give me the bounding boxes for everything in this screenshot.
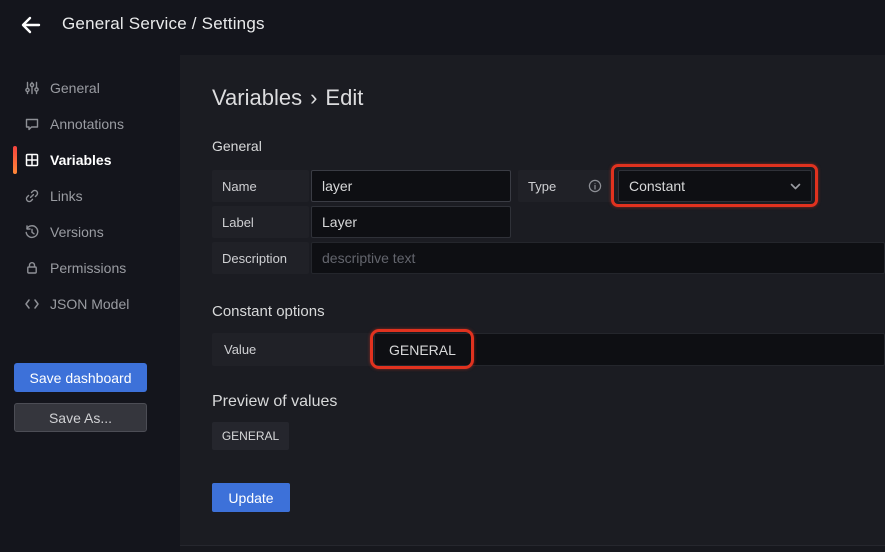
sliders-icon (24, 80, 40, 96)
variables-edit-panel: Variables › Edit General Name Type Constan… (180, 55, 885, 552)
sidebar-item-variables[interactable]: Variables (0, 142, 180, 178)
preview-value-chip: GENERAL (212, 422, 289, 450)
sidebar-item-permissions[interactable]: Permissions (0, 250, 180, 286)
label-field-label: Label (212, 206, 309, 238)
sidebar-item-annotations[interactable]: Annotations (0, 106, 180, 142)
arrow-left-icon (19, 13, 43, 37)
value-input[interactable] (374, 333, 885, 366)
type-select-value: Constant (629, 178, 685, 194)
comment-icon (24, 116, 40, 132)
description-input[interactable] (311, 242, 885, 274)
label-input[interactable] (311, 206, 511, 238)
constant-options-heading: Constant options (212, 303, 325, 320)
breadcrumb-page: Edit (325, 85, 363, 110)
save-as-button[interactable]: Save As... (14, 403, 147, 432)
value-field-label: Value (212, 333, 372, 366)
sidebar-item-label: Permissions (50, 260, 126, 276)
bottom-strip (180, 546, 885, 552)
link-icon (24, 188, 40, 204)
sidebar-item-label: Versions (50, 224, 104, 240)
sidebar-item-label: Variables (50, 152, 112, 168)
type-field-label: Type (518, 170, 612, 202)
settings-sidebar: General Annotations Variables (0, 55, 180, 552)
sidebar-item-label: JSON Model (50, 296, 129, 312)
back-button[interactable] (16, 11, 46, 39)
settings-nav: General Annotations Variables (0, 70, 180, 322)
type-field-label-text: Type (528, 179, 556, 194)
breadcrumb: Variables › Edit (212, 85, 363, 111)
topbar: General Service / Settings (0, 0, 885, 55)
info-icon[interactable] (588, 179, 602, 193)
chevron-down-icon (790, 183, 801, 190)
description-field-label: Description (212, 242, 309, 274)
update-button[interactable]: Update (212, 483, 290, 512)
page-title: General Service / Settings (62, 14, 265, 34)
history-icon (24, 224, 40, 240)
sidebar-item-label: General (50, 80, 100, 96)
general-section-heading: General (212, 138, 262, 154)
sidebar-item-json-model[interactable]: JSON Model (0, 286, 180, 322)
sidebar-item-general[interactable]: General (0, 70, 180, 106)
save-dashboard-button[interactable]: Save dashboard (14, 363, 147, 392)
type-select[interactable]: Constant (618, 170, 812, 202)
grid-icon (24, 152, 40, 168)
sidebar-item-label: Annotations (50, 116, 124, 132)
preview-heading: Preview of values (212, 393, 337, 411)
name-input[interactable] (311, 170, 511, 202)
sidebar-item-versions[interactable]: Versions (0, 214, 180, 250)
breadcrumb-section: Variables (212, 85, 302, 110)
selected-indicator-bar (13, 146, 17, 174)
sidebar-item-links[interactable]: Links (0, 178, 180, 214)
breadcrumb-separator: › (310, 85, 317, 110)
lock-icon (24, 260, 40, 276)
sidebar-item-label: Links (50, 188, 83, 204)
name-field-label: Name (212, 170, 309, 202)
code-brackets-icon (24, 296, 40, 312)
